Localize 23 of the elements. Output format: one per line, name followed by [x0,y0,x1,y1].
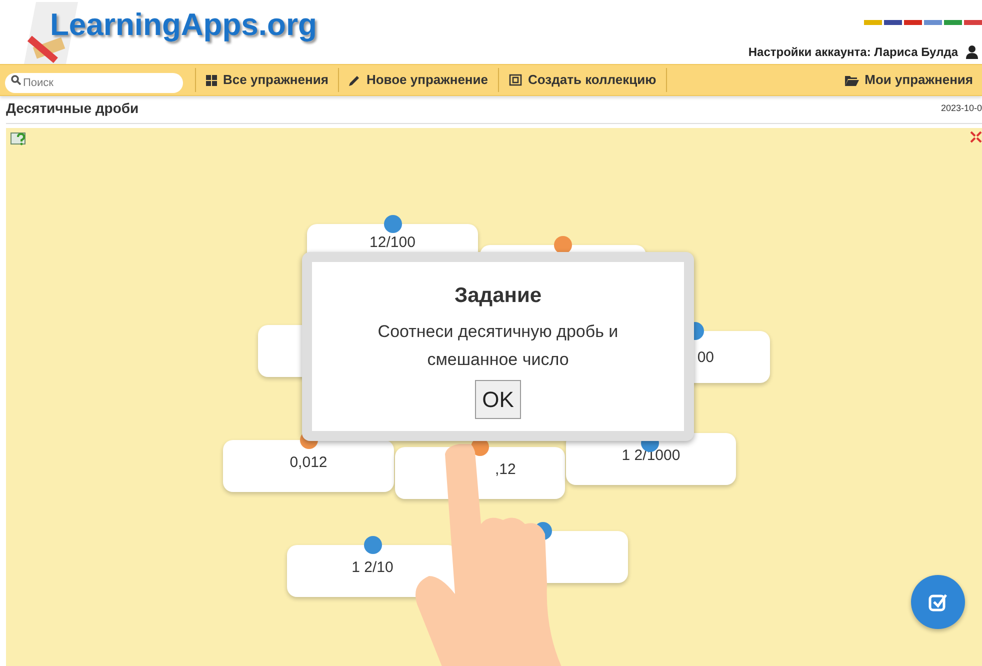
exercise-title: Десятичные дроби [6,99,139,118]
answer-card[interactable]: 0,012 [223,440,394,492]
date-text: 2023-10-0 [940,102,982,114]
nav-item[interactable]: Мои упражнения [844,70,982,90]
nav-item[interactable]: Создать коллекцию [498,68,668,92]
search-field[interactable]: Поиск [5,73,183,93]
dialog-title: Задание [454,283,542,309]
pencil-icon [349,74,360,86]
dialog-text: Соотнеси десятичную дробь и смешанное число [376,320,620,370]
frame-icon [509,74,522,86]
account-settings-link[interactable]: Настройки аккаунта: Лариса Булда [748,43,958,61]
ok-button[interactable]: OK [475,380,521,418]
checkbox-icon [928,592,948,612]
language-flags[interactable] [864,20,982,25]
folder-icon [844,74,859,86]
nav-item[interactable]: Все упражнения [195,68,338,92]
search-icon [11,75,21,85]
logo-text[interactable]: LearningApps.org [50,2,317,48]
user-icon[interactable] [966,45,978,59]
check-button[interactable] [911,575,965,629]
help-icon[interactable] [10,131,28,146]
nav-item[interactable]: Новое упражнение [338,68,498,92]
grid-icon [206,74,217,86]
